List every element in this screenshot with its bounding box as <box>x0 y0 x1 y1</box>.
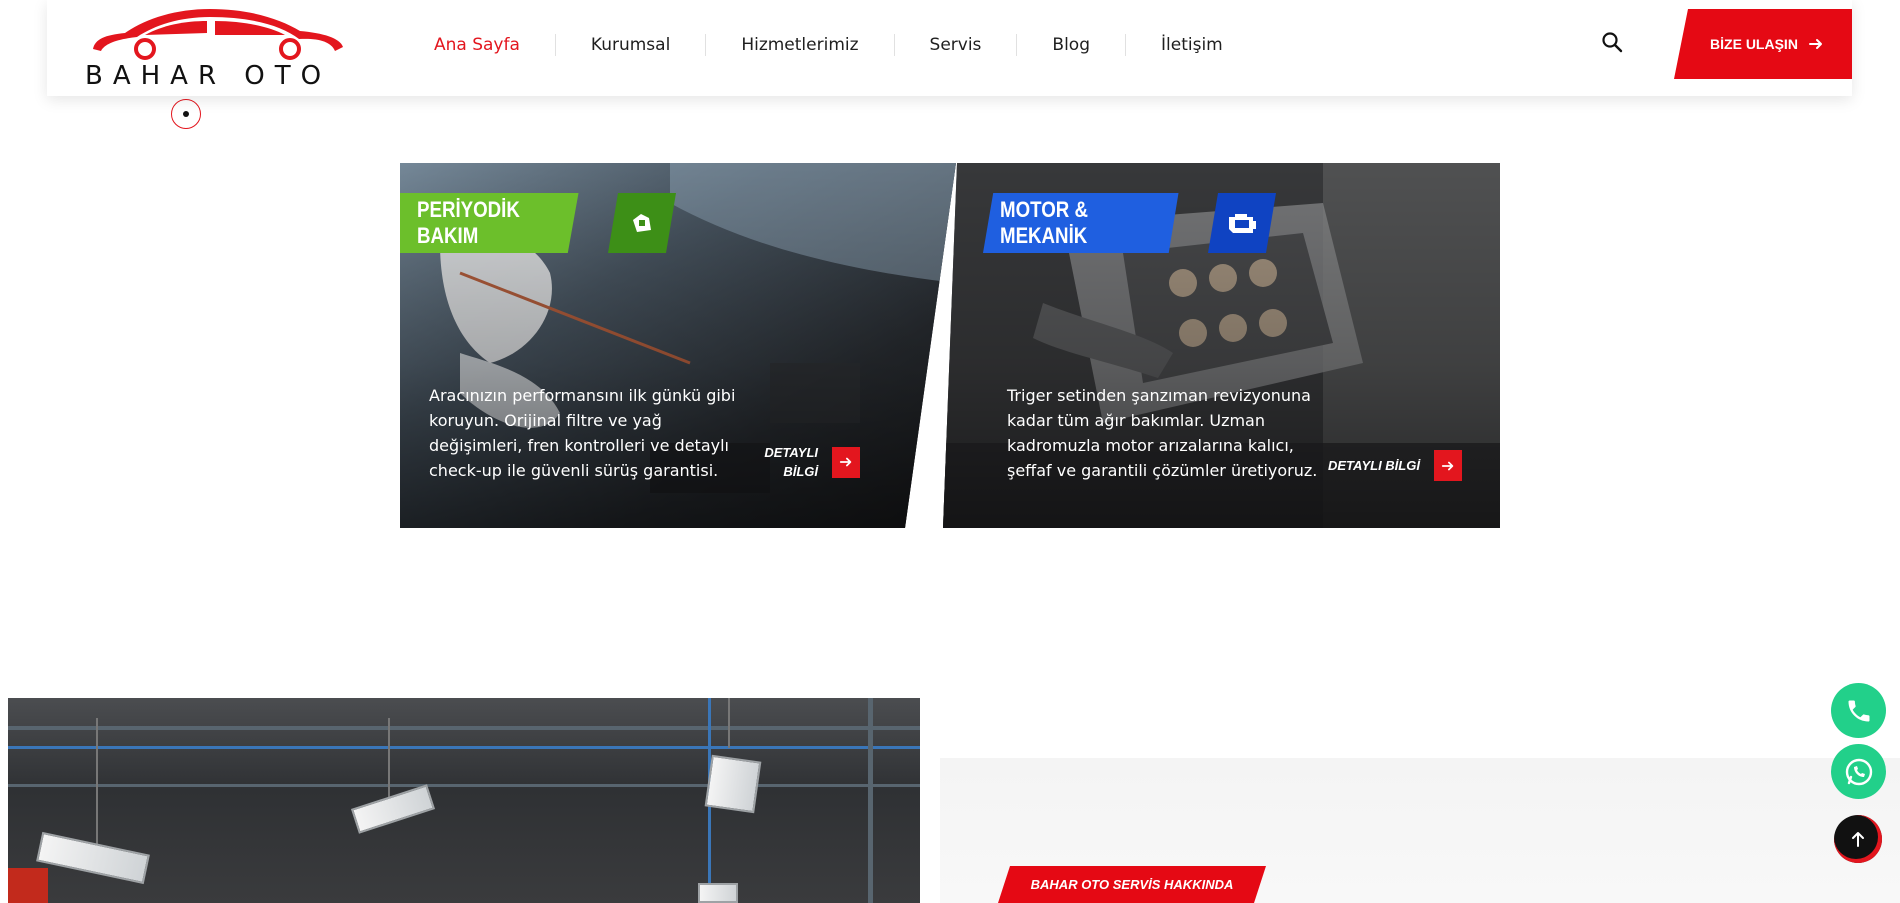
arrow-right-icon <box>1808 39 1822 49</box>
arrow-right-icon <box>832 446 860 478</box>
garage-photo <box>8 698 920 903</box>
nav-item-blog[interactable]: Blog <box>1017 34 1126 56</box>
scroll-top-button[interactable] <box>1834 815 1882 863</box>
engine-badge <box>1208 193 1276 253</box>
nav-item-hizmetlerimiz[interactable]: Hizmetlerimiz <box>706 34 895 56</box>
whatsapp-icon <box>1845 758 1872 785</box>
site-header: BAHAR OTO Ana Sayfa Kurumsal Hizmetlerim… <box>47 0 1852 96</box>
contact-us-label: BİZE ULAŞIN <box>1710 36 1798 52</box>
search-icon <box>1602 32 1623 53</box>
nav-item-iletisim[interactable]: İletişim <box>1126 34 1258 56</box>
brand-logo[interactable]: BAHAR OTO <box>85 5 350 91</box>
oil-can-icon <box>633 214 651 232</box>
detail-label: DETAYLI BİLGİ <box>764 445 818 479</box>
arrow-up-icon <box>1852 832 1864 847</box>
service-title: PERİYODİK BAKIM <box>400 193 579 253</box>
engine-icon <box>1229 214 1256 233</box>
car-logo-icon <box>93 9 343 60</box>
detail-label: DETAYLI BİLGİ <box>1328 458 1420 473</box>
search-button[interactable] <box>1600 30 1626 56</box>
main-nav: Ana Sayfa Kurumsal Hizmetlerimiz Servis … <box>399 0 1258 90</box>
slider-dot[interactable] <box>171 99 201 129</box>
service-description: Triger setinden şanzıman revizyonuna kad… <box>1007 386 1318 480</box>
service-card-engine-mechanic[interactable]: MOTOR & MEKANİK Triger setinden şanzıman… <box>943 163 1500 528</box>
oil-can-badge <box>608 193 676 253</box>
service-description: Aracınızın performansını ilk günkü gibi … <box>429 386 736 480</box>
phone-icon <box>1848 700 1869 721</box>
detail-link[interactable]: DETAYLI BİLGİ <box>1328 450 1462 481</box>
whatsapp-button[interactable] <box>1831 744 1886 799</box>
contact-us-button[interactable]: BİZE ULAŞIN <box>1674 9 1852 79</box>
nav-item-ana-sayfa[interactable]: Ana Sayfa <box>399 34 556 56</box>
service-title: MOTOR & MEKANİK <box>983 193 1179 253</box>
nav-item-kurumsal[interactable]: Kurumsal <box>556 34 707 56</box>
phone-button[interactable] <box>1831 683 1886 738</box>
about-section-tag: BAHAR OTO SERVİS HAKKINDA <box>998 866 1266 903</box>
service-card-periodic-maintenance[interactable]: PERİYODİK BAKIM Aracınızın performansını… <box>400 163 956 528</box>
brand-name: BAHAR OTO <box>85 61 332 91</box>
arrow-right-icon <box>1433 450 1462 481</box>
detail-link[interactable]: DETAYLI BİLGİ <box>762 443 860 481</box>
nav-item-servis[interactable]: Servis <box>895 34 1018 56</box>
